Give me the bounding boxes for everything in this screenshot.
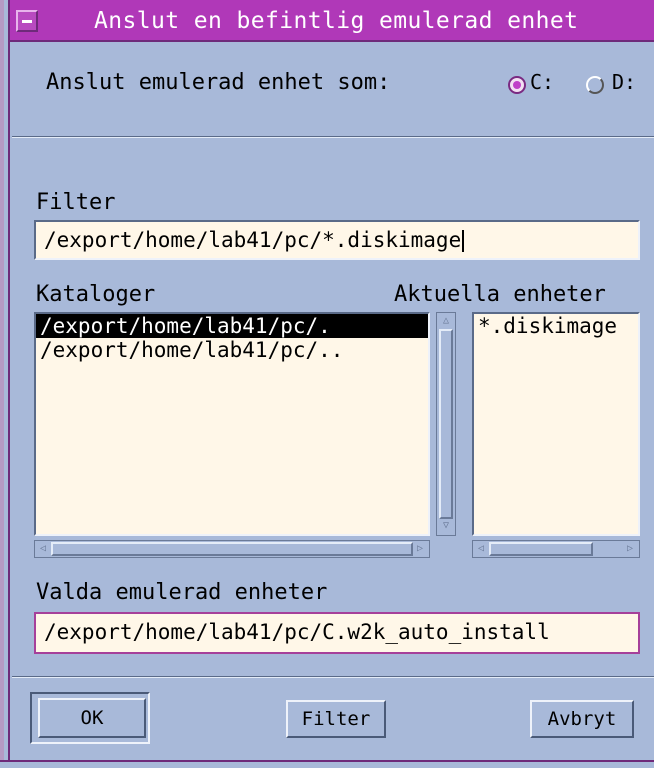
directories-list[interactable]: /export/home/lab41/pc/. /export/home/lab…	[34, 312, 430, 536]
scroll-thumb[interactable]	[439, 329, 453, 519]
window-title: Anslut en befintlig emulerad enhet	[94, 8, 579, 34]
text-cursor	[462, 230, 465, 252]
window-menu-icon[interactable]	[16, 10, 38, 32]
scroll-right-icon[interactable]: ▷	[623, 542, 637, 556]
scroll-down-icon[interactable]: ▽	[439, 519, 453, 533]
list-item[interactable]: /export/home/lab41/pc/..	[36, 338, 428, 362]
scroll-left-icon[interactable]: ◁	[36, 542, 50, 556]
separator-highlight	[12, 137, 654, 138]
window-frame-edge	[0, 0, 4, 768]
scroll-right-icon[interactable]: ▷	[413, 542, 427, 556]
separator-highlight	[12, 677, 654, 678]
radio-d-label[interactable]: D:	[612, 70, 636, 94]
radio-c-icon[interactable]	[508, 76, 526, 94]
ok-button[interactable]: OK	[38, 698, 146, 738]
devices-hscrollbar[interactable]: ◁ ▷	[472, 540, 640, 558]
radio-d-icon[interactable]	[586, 76, 604, 94]
list-item[interactable]: *.diskimage	[474, 314, 638, 338]
filter-input-value: /export/home/lab41/pc/*.diskimage	[44, 228, 462, 252]
selection-label: Valda emulerad enheter	[36, 580, 328, 605]
directories-vscrollbar[interactable]: △ ▽	[436, 312, 456, 536]
list-item[interactable]: /export/home/lab41/pc/.	[36, 314, 428, 338]
devices-label: Aktuella enheter	[394, 282, 606, 307]
filter-button[interactable]: Filter	[286, 700, 386, 738]
cancel-button[interactable]: Avbryt	[530, 700, 634, 738]
selection-input[interactable]: /export/home/lab41/pc/C.w2k_auto_install	[34, 612, 640, 654]
directories-label: Kataloger	[36, 282, 156, 307]
title-bar[interactable]: Anslut en befintlig emulerad enhet	[10, 0, 654, 42]
scroll-left-icon[interactable]: ◁	[474, 542, 488, 556]
radio-c-label[interactable]: C:	[530, 70, 554, 94]
scroll-thumb[interactable]	[51, 542, 413, 556]
filter-label: Filter	[36, 190, 116, 215]
scroll-up-icon[interactable]: △	[439, 314, 453, 328]
window-frame-bottom	[0, 760, 654, 768]
connect-as-label: Anslut emulerad enhet som:	[46, 70, 391, 95]
directories-hscrollbar[interactable]: ◁ ▷	[34, 540, 430, 558]
devices-list[interactable]: *.diskimage	[472, 312, 640, 536]
filter-input[interactable]: /export/home/lab41/pc/*.diskimage	[34, 220, 640, 260]
scroll-thumb[interactable]	[489, 542, 593, 556]
